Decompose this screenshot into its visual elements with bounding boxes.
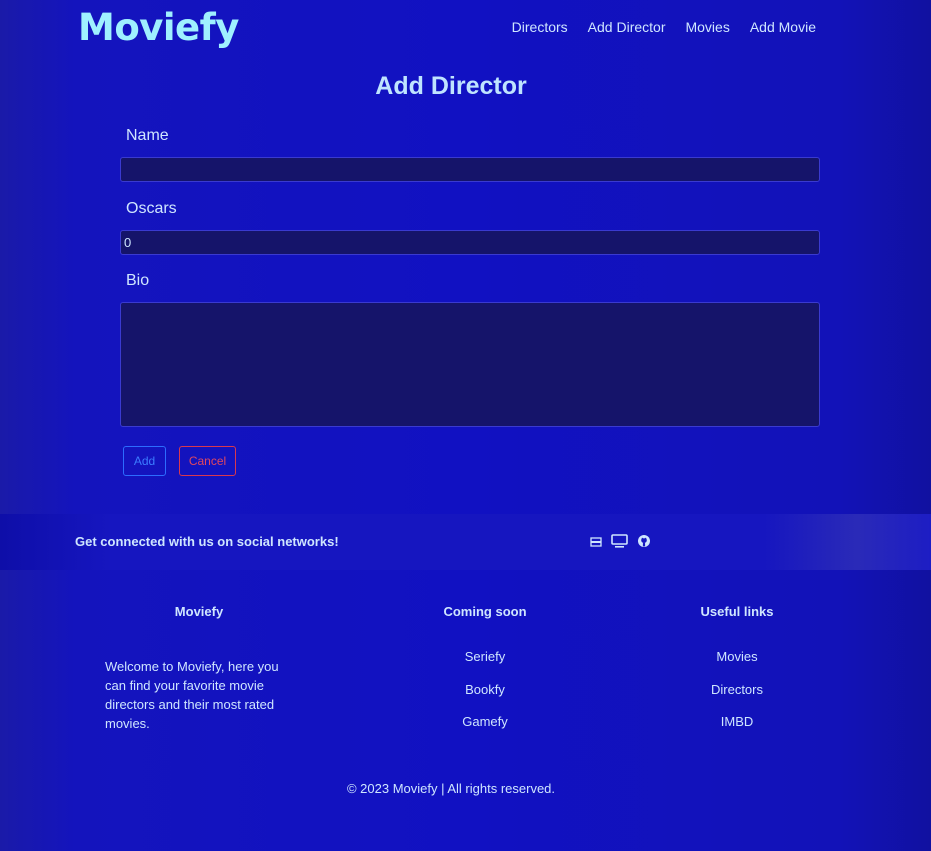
- footer-useful-links-title: Useful links: [700, 604, 774, 619]
- footer-about: Moviefy Welcome to Moviefy, here you can…: [105, 604, 295, 733]
- nav-movies[interactable]: Movies: [685, 19, 729, 35]
- footer-link-directors[interactable]: Directors: [677, 682, 797, 715]
- bio-label: Bio: [126, 272, 150, 289]
- name-label: Name: [126, 127, 169, 144]
- oscars-label: Oscars: [126, 200, 177, 217]
- social-bar: Get connected with us on social networks…: [0, 514, 931, 570]
- page-title: Add Director: [375, 72, 527, 100]
- name-input[interactable]: [120, 157, 820, 182]
- footer-useful-links: Useful links Movies Directors IMBD: [677, 604, 797, 747]
- copyright: © 2023 Moviefy | All rights reserved.: [346, 781, 556, 796]
- nav-directors[interactable]: Directors: [512, 19, 568, 35]
- footer-about-text: Welcome to Moviefy, here you can find yo…: [105, 659, 279, 731]
- github-icon[interactable]: [637, 533, 651, 552]
- add-button[interactable]: Add: [123, 446, 166, 476]
- nav-add-movie[interactable]: Add Movie: [750, 19, 816, 35]
- main-nav: Directors Add Director Movies Add Movie: [512, 19, 816, 35]
- social-icons: [590, 533, 651, 552]
- footer-link-movies[interactable]: Movies: [677, 649, 797, 682]
- logo[interactable]: Moviefy: [78, 6, 239, 49]
- bio-textarea[interactable]: [120, 302, 820, 427]
- footer-link-gamefy[interactable]: Gamefy: [425, 714, 545, 747]
- footer-about-title: Moviefy: [174, 604, 224, 619]
- cancel-button[interactable]: Cancel: [179, 446, 236, 476]
- footer-coming-soon: Coming soon Seriefy Bookfy Gamefy: [425, 604, 545, 747]
- monitor-icon[interactable]: [611, 533, 628, 552]
- footer-link-bookfy[interactable]: Bookfy: [425, 682, 545, 715]
- footer-link-seriefy[interactable]: Seriefy: [425, 649, 545, 682]
- footer-link-imbd[interactable]: IMBD: [677, 714, 797, 747]
- oscars-input[interactable]: [120, 230, 820, 255]
- nav-add-director[interactable]: Add Director: [588, 19, 666, 35]
- footer-coming-soon-title: Coming soon: [443, 604, 527, 619]
- social-text: Get connected with us on social networks…: [75, 534, 339, 549]
- card-icon[interactable]: [590, 533, 602, 552]
